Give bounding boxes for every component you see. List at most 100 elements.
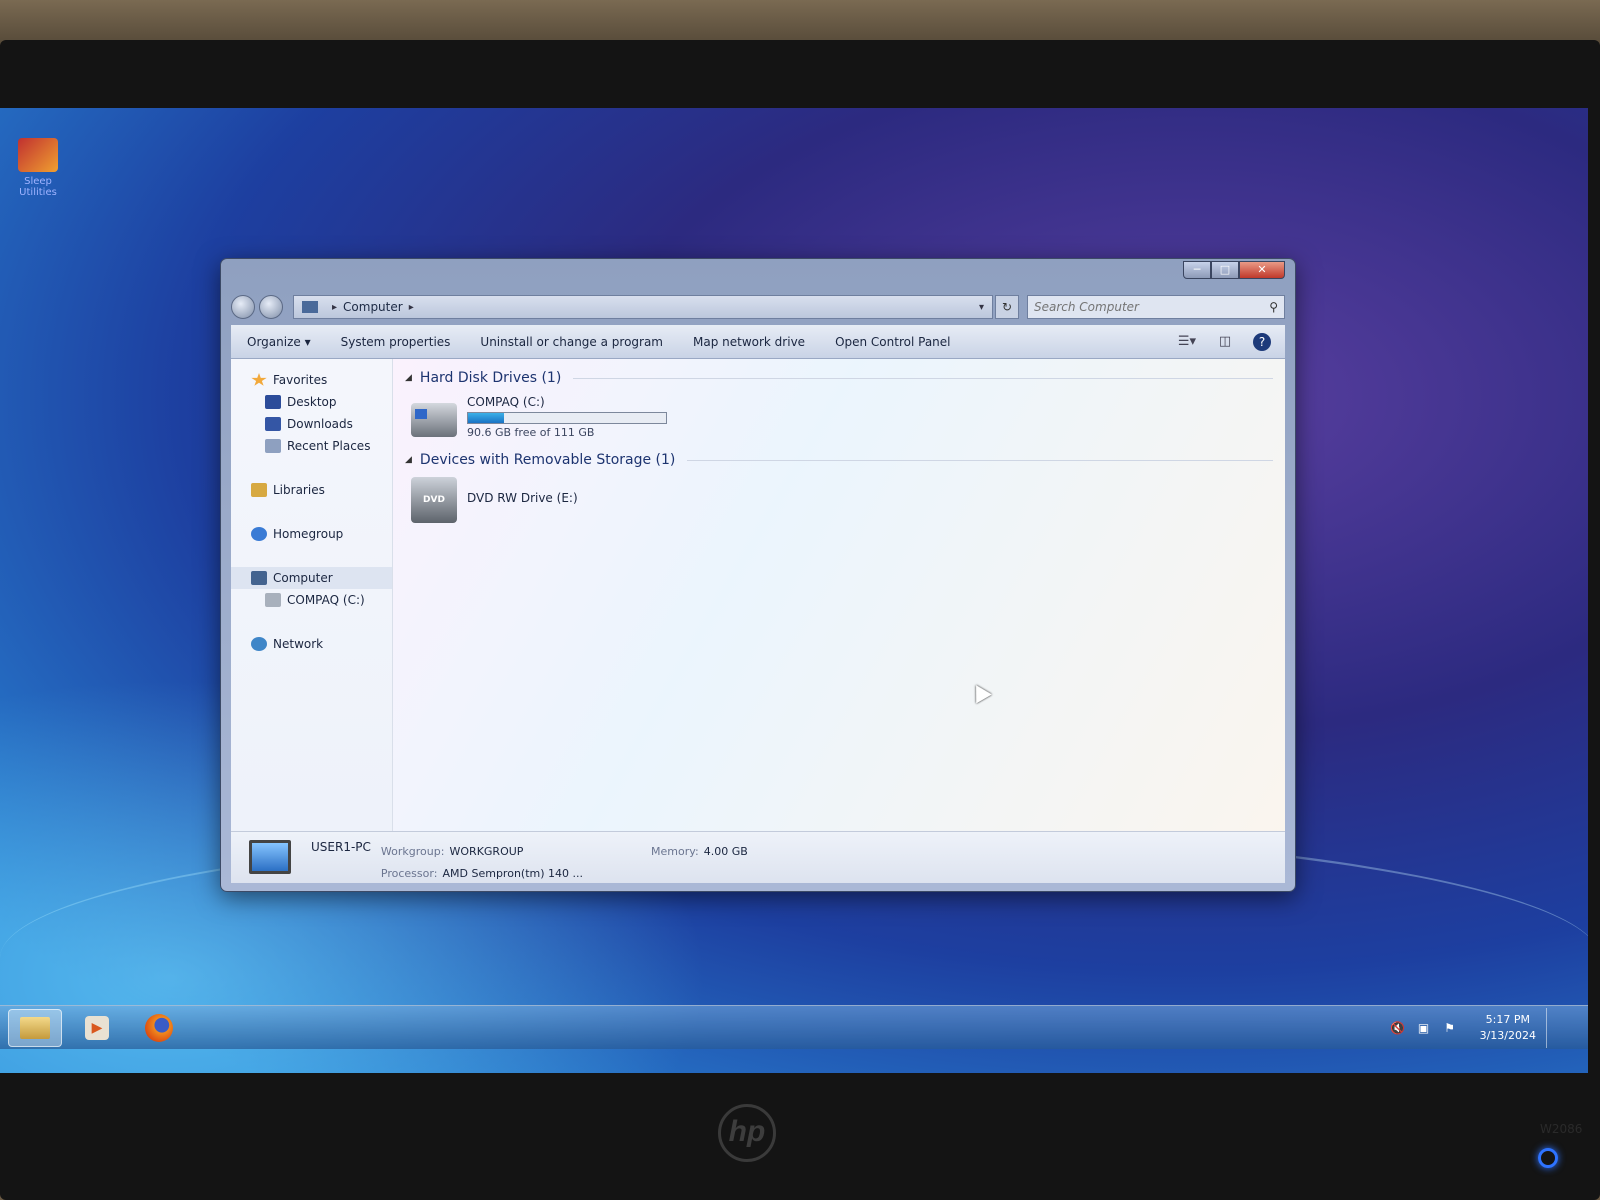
- group-header-hard-disk[interactable]: ◢ Hard Disk Drives (1): [405, 365, 1273, 391]
- utilities-icon: [18, 138, 58, 172]
- open-control-panel-button[interactable]: Open Control Panel: [835, 335, 950, 349]
- desktop-icon: [265, 395, 281, 409]
- window-controls: ─ □ ✕: [1183, 261, 1285, 279]
- drive-item-dvd[interactable]: DVD DVD RW Drive (E:): [405, 473, 1273, 531]
- organize-button[interactable]: Organize ▾: [247, 335, 311, 349]
- workgroup-label: Workgroup:: [380, 845, 445, 858]
- collapse-triangle-icon[interactable]: ◢: [405, 373, 412, 383]
- refresh-button[interactable]: ↻: [995, 295, 1019, 319]
- close-button[interactable]: ✕: [1239, 261, 1285, 279]
- nav-computer[interactable]: Computer: [231, 567, 392, 589]
- nav-homegroup[interactable]: Homegroup: [231, 523, 392, 545]
- action-center-flag-icon[interactable]: ⚑: [1442, 1021, 1458, 1035]
- mouse-cursor-icon: [968, 680, 992, 704]
- drive-item-c[interactable]: COMPAQ (C:) 90.6 GB free of 111 GB: [405, 391, 1273, 447]
- computer-name: USER1-PC: [311, 840, 371, 854]
- uninstall-program-button[interactable]: Uninstall or change a program: [480, 335, 663, 349]
- breadcrumb-chevron-icon[interactable]: ▸: [409, 302, 414, 313]
- drive-usage-bar: [467, 412, 667, 424]
- desktop-icon-sleep-utilities[interactable]: Sleep Utilities: [6, 138, 70, 198]
- drive-name: DVD RW Drive (E:): [467, 491, 578, 505]
- change-view-icon[interactable]: ☰▾: [1177, 334, 1197, 350]
- group-divider: [573, 377, 1273, 379]
- forward-button[interactable]: [259, 295, 283, 319]
- drive-free-space: 90.6 GB free of 111 GB: [467, 426, 595, 439]
- network-icon[interactable]: ▣: [1416, 1021, 1432, 1035]
- command-bar: Organize ▾ System properties Uninstall o…: [231, 325, 1285, 359]
- nav-label: Network: [273, 637, 324, 651]
- window-body: Favorites Desktop Downloads Recent Place…: [231, 359, 1285, 831]
- drive-info: COMPAQ (C:) 90.6 GB free of 111 GB: [467, 395, 667, 439]
- details-column-1: Workgroup: WORKGROUP Processor: AMD Semp…: [381, 840, 583, 884]
- folder-icon: [20, 1016, 50, 1039]
- group-divider: [687, 459, 1273, 461]
- computer-icon: [251, 571, 267, 585]
- hp-logo: hp: [718, 1104, 776, 1162]
- show-desktop-button[interactable]: [1546, 1007, 1558, 1048]
- clock[interactable]: 5:17 PM 3/13/2024: [1480, 1012, 1536, 1044]
- maximize-button[interactable]: □: [1211, 261, 1239, 279]
- drive-info: DVD RW Drive (E:): [467, 491, 578, 505]
- collapse-triangle-icon[interactable]: ◢: [405, 455, 412, 465]
- processor-value: AMD Sempron(tm) 140 ...: [442, 867, 584, 880]
- search-input[interactable]: [1034, 300, 1270, 314]
- nav-desktop[interactable]: Desktop: [231, 391, 392, 413]
- power-button-icon[interactable]: [1538, 1148, 1558, 1168]
- group-title: Hard Disk Drives (1): [419, 370, 562, 386]
- nav-drive-c[interactable]: COMPAQ (C:): [231, 589, 392, 611]
- system-tray: 🔇 ▣ ⚑ 5:17 PM 3/13/2024: [1380, 1007, 1558, 1048]
- star-icon: [251, 373, 267, 386]
- drive-icon: [265, 593, 281, 607]
- system-properties-button[interactable]: System properties: [341, 335, 451, 349]
- taskbar-firefox-button[interactable]: [132, 1009, 186, 1047]
- monitor-model: W2086: [1540, 1122, 1583, 1136]
- back-button[interactable]: [231, 295, 255, 319]
- taskbar-explorer-button[interactable]: [8, 1008, 62, 1047]
- minimize-button[interactable]: ─: [1183, 261, 1211, 279]
- explorer-window: ─ □ ✕ ▸ Computer ▸ ▾ ↻ ⚲ Organize ▾ S: [220, 258, 1296, 892]
- nav-libraries[interactable]: Libraries: [231, 479, 392, 501]
- volume-muted-icon[interactable]: 🔇: [1390, 1021, 1406, 1035]
- nav-favorites[interactable]: Favorites: [231, 369, 392, 391]
- desktop: Sleep Utilities ─ □ ✕ ▸ Computer ▸ ▾ ↻ ⚲: [0, 108, 1588, 1073]
- nav-downloads[interactable]: Downloads: [231, 413, 392, 435]
- downloads-icon: [265, 417, 281, 431]
- dvd-drive-icon: DVD: [411, 477, 457, 523]
- address-bar[interactable]: ▸ Computer ▸ ▾: [293, 295, 993, 319]
- nav-label: Recent Places: [287, 439, 371, 453]
- taskbar: ▶ 🔇 ▣ ⚑ 5:17 PM 3/13/2024: [0, 1005, 1588, 1049]
- libraries-icon: [251, 483, 267, 497]
- address-dropdown-icon[interactable]: ▾: [979, 302, 984, 313]
- clock-time: 5:17 PM: [1485, 1012, 1530, 1026]
- map-network-drive-button[interactable]: Map network drive: [693, 335, 805, 349]
- details-pane: USER1-PC Workgroup: WORKGROUP Processor:…: [231, 831, 1285, 883]
- navigation-row: ▸ Computer ▸ ▾ ↻ ⚲: [231, 293, 1285, 321]
- title-bar[interactable]: ─ □ ✕: [221, 259, 1295, 297]
- search-icon[interactable]: ⚲: [1269, 300, 1278, 314]
- drive-name: COMPAQ (C:): [467, 395, 545, 409]
- help-icon[interactable]: ?: [1253, 332, 1271, 351]
- taskbar-media-player-button[interactable]: ▶: [70, 1009, 124, 1047]
- memory-value: 4.00 GB: [703, 845, 748, 858]
- command-bar-right: ☰▾ ◫ ?: [1159, 332, 1271, 351]
- nav-label: Favorites: [273, 373, 328, 387]
- group-title: Devices with Removable Storage (1): [419, 452, 676, 468]
- preview-pane-icon[interactable]: ◫: [1215, 334, 1235, 350]
- processor-label: Processor:: [380, 867, 438, 880]
- nav-recent-places[interactable]: Recent Places: [231, 435, 392, 457]
- nav-network[interactable]: Network: [231, 633, 392, 655]
- group-header-removable[interactable]: ◢ Devices with Removable Storage (1): [405, 447, 1273, 473]
- firefox-icon: [145, 1013, 173, 1042]
- nav-label: Desktop: [287, 395, 337, 409]
- nav-label: Computer: [273, 571, 333, 585]
- breadcrumb-chevron-icon[interactable]: ▸: [332, 302, 337, 313]
- nav-label: Downloads: [287, 417, 353, 431]
- hard-drive-icon: [411, 403, 457, 437]
- clock-date: 3/13/2024: [1479, 1028, 1536, 1042]
- search-box[interactable]: ⚲: [1027, 295, 1285, 319]
- breadcrumb-computer[interactable]: Computer: [343, 300, 403, 314]
- memory-label: Memory:: [651, 845, 699, 858]
